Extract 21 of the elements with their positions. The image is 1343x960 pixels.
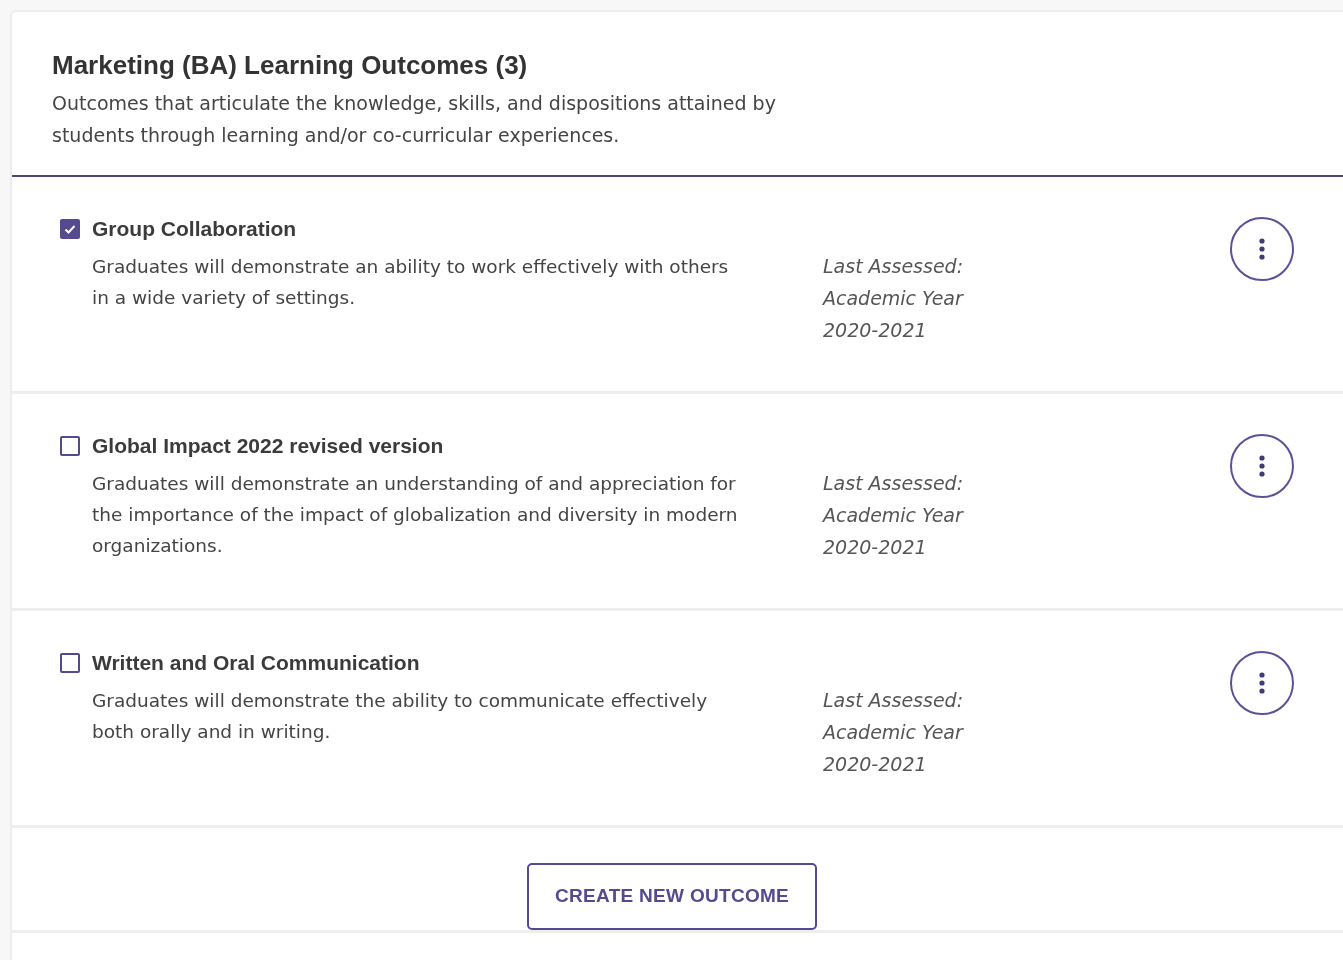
more-options-button[interactable] — [1230, 434, 1294, 498]
vertical-dots-icon — [1259, 672, 1265, 694]
vertical-dots-icon — [1259, 238, 1265, 260]
outcome-title: Global Impact 2022 revised version — [92, 434, 444, 458]
last-assessed-text: Last Assessed: Academic Year 2020-2021 — [823, 471, 965, 560]
outcome-description: Graduates will demonstrate an ability to work effectively with others in a wide variety of settings. — [92, 255, 730, 310]
outcome-title: Written and Oral Communication — [92, 651, 420, 675]
last-assessed-text: Last Assessed: Academic Year 2020-2021 — [823, 254, 965, 343]
more-options-button[interactable] — [1230, 217, 1294, 281]
outcome-description: Graduates will demonstrate an understanding of and appreciation for the importance of the impact of globalization and diversity in modern organizations. — [92, 472, 739, 558]
outcomes-title: Marketing (BA) Learning Outcomes (3) — [52, 50, 529, 81]
outcomes-description: Outcomes that articulate the knowledge, skills, and dispositions attained by students through learning and/or co-curricular experiences. — [52, 91, 777, 148]
outcome-description: Graduates will demonstrate the ability to communicate effectively both orally and in writing. — [92, 689, 709, 744]
checkbox[interactable] — [60, 436, 80, 456]
checkbox[interactable] — [60, 653, 80, 673]
checkbox[interactable] — [60, 219, 80, 239]
outcome-title: Group Collaboration — [92, 217, 297, 241]
last-assessed-text: Last Assessed: Academic Year 2020-2021 — [823, 688, 965, 777]
create-new-outcome-button[interactable]: CREATE NEW OUTCOME — [527, 862, 818, 930]
more-options-button[interactable] — [1230, 651, 1294, 715]
vertical-dots-icon — [1259, 455, 1265, 477]
